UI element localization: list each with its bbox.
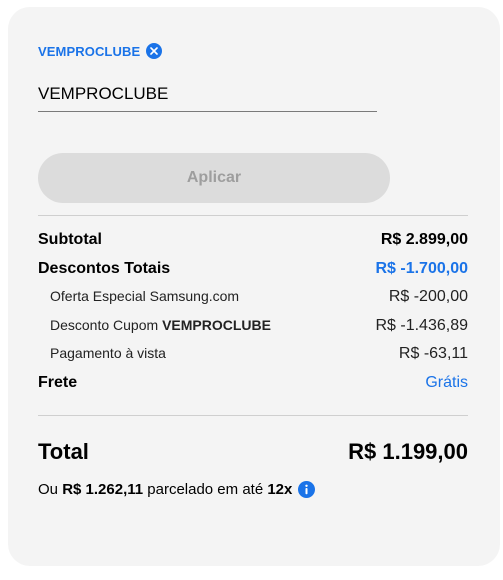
coupon-discount-prefix: Desconto Cupom — [50, 317, 163, 333]
shipping-label: Frete — [38, 374, 78, 391]
discount-item-row: Pagamento à vista R$ -63,11 — [50, 345, 468, 363]
discount-item-label: Oferta Especial Samsung.com — [50, 288, 240, 304]
installment-count: 12x — [267, 481, 293, 498]
applied-coupon-chip: VEMPROCLUBE — [38, 43, 163, 59]
close-icon[interactable] — [146, 43, 163, 59]
discount-item-value: R$ -1.436,89 — [375, 317, 468, 334]
summary-divider-bottom — [38, 415, 468, 416]
discount-item-label: Pagamento à vista — [50, 345, 166, 361]
order-summary-card: VEMPROCLUBE Aplicar Subtotal R$ 2.899,00… — [8, 7, 500, 566]
subtotal-row: Subtotal R$ 2.899,00 — [38, 231, 468, 249]
shipping-value: Grátis — [425, 374, 468, 391]
total-value: R$ 1.199,00 — [348, 439, 468, 464]
discounts-total-label: Descontos Totais — [38, 260, 171, 277]
info-icon[interactable] — [298, 481, 316, 498]
discounts-total-row: Descontos Totais R$ -1.700,00 — [38, 260, 468, 278]
discount-item-row: Desconto Cupom VEMPROCLUBE R$ -1.436,89 — [50, 317, 468, 335]
total-label: Total — [38, 439, 89, 464]
discount-item-row: Oferta Especial Samsung.com R$ -200,00 — [50, 288, 468, 306]
discount-item-value: R$ -63,11 — [398, 345, 468, 362]
discounts-total-value: R$ -1.700,00 — [375, 260, 468, 277]
installment-info: Ou R$ 1.262,11 parcelado em até 12x — [38, 481, 316, 498]
applied-coupon-label: VEMPROCLUBE — [38, 43, 141, 59]
total-row: Total R$ 1.199,00 — [38, 439, 468, 465]
discount-item-value: R$ -200,00 — [388, 288, 468, 305]
summary-divider-top — [38, 215, 468, 216]
installment-prefix: Ou — [38, 481, 63, 498]
coupon-discount-code: VEMPROCLUBE — [162, 317, 271, 333]
subtotal-label: Subtotal — [38, 231, 102, 248]
coupon-code-input[interactable] — [38, 77, 377, 112]
apply-coupon-button[interactable]: Aplicar — [38, 153, 390, 203]
coupon-discount-label: Desconto Cupom VEMPROCLUBE — [50, 317, 271, 333]
shipping-row: Frete Grátis — [38, 374, 468, 392]
subtotal-value: R$ 2.899,00 — [380, 231, 468, 248]
installment-amount: R$ 1.262,11 — [62, 481, 144, 498]
installment-middle: parcelado em até — [143, 481, 268, 498]
